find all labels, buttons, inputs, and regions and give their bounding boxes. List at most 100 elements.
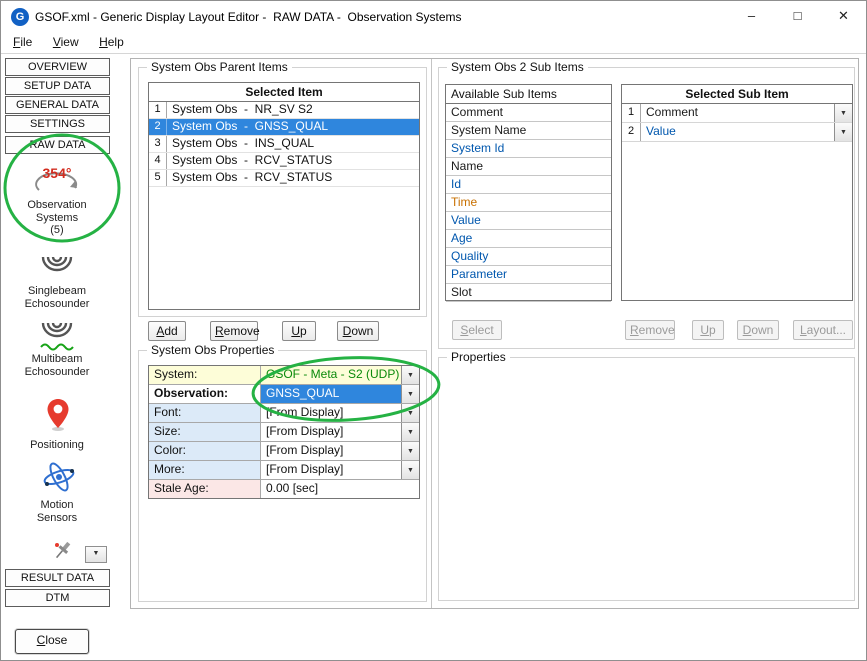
compass-354-icon: 354°	[29, 159, 85, 199]
parent-item-row[interactable]: 4 System Obs - RCV_STATUS	[149, 153, 419, 170]
color-select-value[interactable]: [From Display]	[261, 442, 401, 460]
available-item[interactable]: Id	[446, 176, 611, 194]
property-row-stale-age: Stale Age: 0.00 [sec]	[149, 480, 419, 498]
sub-item-dropdown-button[interactable]: ▼	[834, 123, 852, 141]
sidebar-item-overview[interactable]: OVERVIEW	[5, 58, 110, 76]
item-label: Id	[451, 177, 461, 191]
close-window-button[interactable]: ✕	[821, 1, 866, 33]
observation-select-value[interactable]: GNSS_QUAL	[261, 385, 401, 403]
sidebar-item-general-data[interactable]: GENERAL DATA	[5, 96, 110, 114]
sidebar-item-settings[interactable]: SETTINGS	[5, 115, 110, 133]
motion-sensors-icon	[41, 461, 77, 493]
up-button[interactable]: Up	[282, 321, 316, 341]
remove-button[interactable]: Remove	[210, 321, 258, 341]
svg-text:354°: 354°	[43, 165, 72, 181]
layout-button[interactable]: Layout...	[793, 320, 853, 340]
titlebar: G GSOF.xml - Generic Display Layout Edit…	[1, 1, 866, 33]
sidebar-item-result-data[interactable]: RESULT DATA	[5, 569, 110, 587]
selected-table-header: Selected Sub Item	[622, 85, 852, 104]
available-item[interactable]: Age	[446, 230, 611, 248]
item-label: System Name	[451, 123, 526, 137]
available-item[interactable]: Time	[446, 194, 611, 212]
system-dropdown-button[interactable]: ▼	[401, 366, 419, 384]
sidebar-item-dtm[interactable]: DTM	[5, 589, 110, 607]
available-item[interactable]: System Id	[446, 140, 611, 158]
observation-systems-item[interactable]: 354°	[29, 159, 85, 204]
application-window: G GSOF.xml - Generic Display Layout Edit…	[0, 0, 867, 661]
available-item[interactable]: Name	[446, 158, 611, 176]
row-label: System Obs - RCV_STATUS	[167, 153, 419, 169]
observation-dropdown-button[interactable]: ▼	[401, 385, 419, 403]
add-button[interactable]: Add	[148, 321, 186, 341]
singlebeam-echosounder-icon	[39, 253, 75, 283]
singlebeam-item[interactable]	[39, 253, 75, 288]
more-select-value[interactable]: [From Display]	[261, 461, 401, 479]
extra-sensor-item[interactable]	[51, 539, 75, 568]
stale-age-value[interactable]: 0.00 [sec]	[261, 480, 419, 498]
menu-view[interactable]: View	[45, 33, 87, 51]
menu-help[interactable]: Help	[91, 33, 132, 51]
property-label: Stale Age:	[149, 480, 261, 498]
observation-systems-label[interactable]: Observation Systems (5)	[3, 199, 111, 237]
sub-item-dropdown-button[interactable]: ▼	[834, 104, 852, 122]
parent-item-row[interactable]: 3 System Obs - INS_QUAL	[149, 136, 419, 153]
available-sub-items-list: Available Sub Items Comment System Name …	[445, 84, 612, 301]
motion-sensors-label[interactable]: Motion Sensors	[3, 499, 111, 524]
parent-item-row[interactable]: 5 System Obs - RCV_STATUS	[149, 170, 419, 187]
row-label: System Obs - INS_QUAL	[167, 136, 419, 152]
row-number: 1	[149, 102, 167, 118]
font-dropdown-button[interactable]: ▼	[401, 404, 419, 422]
positioning-label[interactable]: Positioning	[3, 439, 111, 452]
right-properties-group: Properties	[438, 357, 855, 601]
singlebeam-label[interactable]: Singlebeam Echosounder	[3, 285, 111, 310]
size-dropdown-button[interactable]: ▼	[401, 423, 419, 441]
row-number: 4	[149, 153, 167, 169]
selected-sub-item-row[interactable]: 1 Comment ▼	[622, 104, 852, 123]
available-item[interactable]: Comment	[446, 104, 611, 122]
property-label: Observation:	[149, 385, 261, 403]
available-item[interactable]: System Name	[446, 122, 611, 140]
sidebar-item-setup-data[interactable]: SETUP DATA	[5, 77, 110, 95]
available-item[interactable]: Parameter	[446, 266, 611, 284]
item-label: Time	[451, 195, 477, 209]
chevron-down-icon: ▼	[407, 424, 414, 441]
item-label: Parameter	[451, 267, 507, 281]
down-button[interactable]: Down	[337, 321, 379, 341]
available-item[interactable]: Value	[446, 212, 611, 230]
minimize-button[interactable]: –	[729, 1, 774, 33]
property-row-observation: Observation: GNSS_QUAL ▼	[149, 385, 419, 404]
sub-up-button[interactable]: Up	[692, 320, 724, 340]
sub-remove-button[interactable]: Remove	[625, 320, 675, 340]
row-label: Comment	[641, 104, 834, 122]
property-row-size: Size: [From Display] ▼	[149, 423, 419, 442]
multibeam-label[interactable]: Multibeam Echosounder	[3, 353, 111, 378]
chevron-down-icon: ▼	[407, 367, 414, 384]
menu-file[interactable]: File	[5, 33, 40, 51]
available-item[interactable]: Slot	[446, 284, 611, 302]
available-item[interactable]: Quality	[446, 248, 611, 266]
property-row-more: More: [From Display] ▼	[149, 461, 419, 480]
sidebar-item-raw-data[interactable]: RAW DATA	[5, 136, 110, 154]
select-button[interactable]: Select	[452, 320, 502, 340]
chevron-down-icon: ▼	[407, 443, 414, 460]
more-dropdown-button[interactable]: ▼	[401, 461, 419, 479]
selected-sub-item-row[interactable]: 2 Value ▼	[622, 123, 852, 142]
more-sensors-dropdown-button[interactable]: ▼	[85, 546, 107, 563]
size-select-value[interactable]: [From Display]	[261, 423, 401, 441]
sub-down-button[interactable]: Down	[737, 320, 779, 340]
item-label: Name	[451, 159, 483, 173]
parent-item-row[interactable]: 1 System Obs - NR_SV S2	[149, 102, 419, 119]
positioning-item[interactable]	[45, 397, 71, 438]
maximize-button[interactable]: □	[775, 1, 820, 33]
system-select-value[interactable]: GSOF - Meta - S2 (UDP)	[261, 366, 401, 384]
row-label: Value	[641, 123, 834, 141]
row-number: 5	[149, 170, 167, 186]
parent-item-row-selected[interactable]: 2 System Obs - GNSS_QUAL	[149, 119, 419, 136]
font-select-value[interactable]: [From Display]	[261, 404, 401, 422]
app-icon: G	[11, 8, 29, 26]
color-dropdown-button[interactable]: ▼	[401, 442, 419, 460]
chevron-down-icon: ▼	[840, 105, 847, 122]
group-title: System Obs Properties	[147, 343, 278, 357]
motion-sensors-item[interactable]	[41, 461, 77, 498]
close-button[interactable]: Close	[15, 629, 89, 654]
